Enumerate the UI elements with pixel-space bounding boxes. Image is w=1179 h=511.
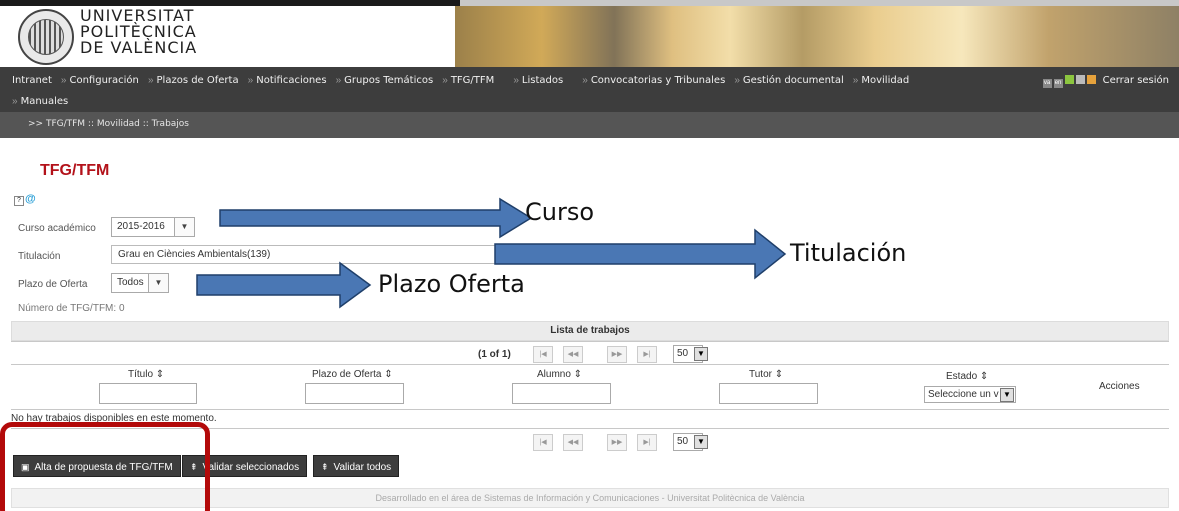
annotation-plazo-label: Plazo Oferta bbox=[378, 270, 525, 298]
annotation-curso-label: Curso bbox=[525, 198, 595, 226]
arrow-curso bbox=[219, 197, 533, 239]
annotation-titulacion-label: Titulación bbox=[790, 239, 907, 267]
arrow-titulacion bbox=[494, 228, 787, 280]
arrow-plazo bbox=[196, 261, 372, 309]
annotation-arrows bbox=[196, 197, 787, 309]
